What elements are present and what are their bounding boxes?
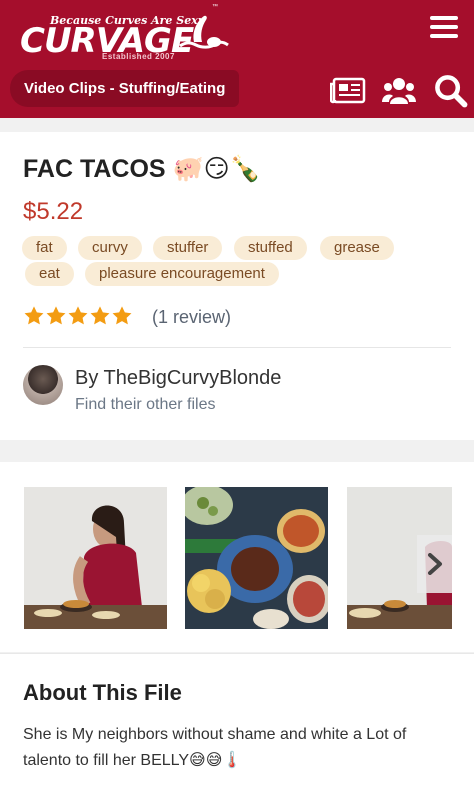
gallery-thumbnail-tacos-and-dishes[interactable] [185, 487, 328, 629]
review-count-link[interactable]: (1 review) [152, 307, 231, 328]
logo-established: Established 2007 [102, 52, 175, 61]
site-header: Because Curves Are Sexy CURVAGE Establis… [0, 0, 474, 118]
product-price: $5.22 [23, 198, 84, 225]
tag-chip[interactable]: stuffer [153, 236, 223, 260]
thumbnail-image [24, 487, 167, 629]
thumbnail-image [185, 487, 328, 629]
news-icon[interactable] [330, 74, 366, 108]
about-description: She is My neighbors without shame and wh… [23, 726, 407, 769]
about-heading: About This File [23, 680, 182, 705]
gallery-next-button[interactable] [417, 535, 452, 593]
users-icon[interactable] [382, 74, 416, 108]
author-name[interactable]: By TheBigCurvyBlonde [75, 367, 281, 390]
star-icon [46, 306, 66, 325]
rating-stars [23, 305, 133, 327]
hamburger-menu-icon[interactable] [430, 16, 458, 40]
tag-chip[interactable]: pleasure encouragement [85, 262, 279, 286]
tag-chip[interactable]: fat [22, 236, 67, 260]
star-icon [90, 306, 110, 325]
category-breadcrumb[interactable]: Video Clips - Stuffing/Eating [10, 70, 240, 107]
logo-trademark: ™ [212, 4, 218, 10]
star-icon [24, 306, 44, 325]
tag-chip[interactable]: stuffed [234, 236, 307, 260]
star-icon [112, 306, 132, 325]
chevron-right-icon [427, 553, 442, 575]
search-icon[interactable] [434, 74, 468, 108]
product-title: FAC TACOS 🐖😏🍾 [23, 155, 261, 183]
star-icon [68, 306, 88, 325]
author-other-files-link[interactable]: Find their other files [75, 396, 216, 414]
curvage-logo[interactable]: Because Curves Are Sexy CURVAGE Establis… [20, 4, 240, 66]
divider [23, 347, 451, 348]
tag-chip[interactable]: grease [320, 236, 394, 260]
tag-chip[interactable]: curvy [78, 236, 142, 260]
logo-figure-icon [179, 15, 229, 49]
author-avatar[interactable] [23, 365, 63, 405]
tag-chip[interactable]: eat [25, 262, 74, 286]
gallery-thumbnail-woman-at-table[interactable] [24, 487, 167, 629]
